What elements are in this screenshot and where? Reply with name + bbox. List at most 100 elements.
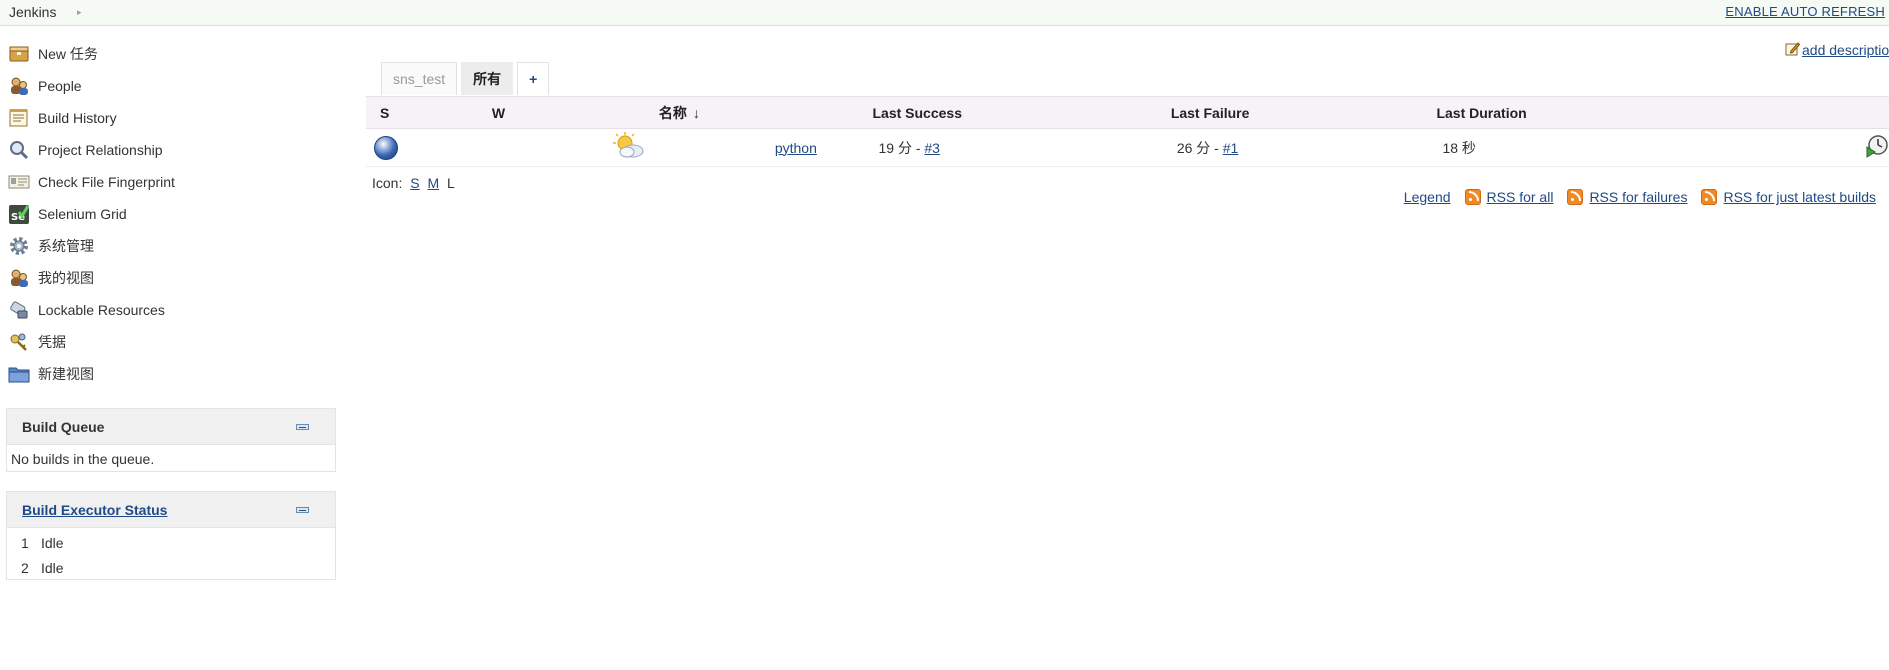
header-last-success[interactable]: Last Success	[858, 96, 1157, 129]
sidebar-item-label: Check File Fingerprint	[38, 174, 175, 190]
sidebar-item-label: 凭据	[38, 334, 66, 350]
sidebar-item-project-relationship[interactable]: Project Relationship	[8, 134, 328, 166]
icon-size-selector: Icon: S M L	[372, 175, 455, 191]
notepad-icon	[8, 107, 30, 129]
new-item-icon	[8, 43, 30, 65]
header-name-label: 名称	[658, 104, 687, 121]
sidebar-item-people[interactable]: People	[8, 70, 328, 102]
breadcrumb-jenkins[interactable]: Jenkins	[9, 4, 56, 20]
sidebar-tasks: New 任务 People Build History Project Rela…	[8, 38, 328, 390]
sidebar-item-new-view[interactable]: 新建视图	[8, 358, 328, 390]
tab-sns-test[interactable]: sns_test	[381, 62, 458, 95]
build-queue-title: Build Queue	[22, 419, 105, 435]
executor-status-pane: Build Executor Status 1 Idle 2 Idle	[6, 491, 336, 580]
sidebar-item-label: Build History	[38, 110, 117, 126]
rss-feed-icon	[1567, 189, 1584, 205]
last-duration-cell: 18 秒	[1422, 128, 1727, 167]
sidebar-item-lockable-resources[interactable]: Lockable Resources	[8, 294, 328, 326]
sidebar-item-selenium-grid[interactable]: Se Selenium Grid	[8, 198, 328, 230]
people-icon	[8, 75, 30, 97]
add-description-link[interactable]: add description	[1802, 42, 1889, 58]
rss-latest[interactable]: RSS for just latest builds	[1701, 189, 1876, 205]
executor-status: Idle	[41, 559, 64, 576]
build-queue-pane: Build Queue No builds in the queue.	[6, 408, 336, 472]
executor-status-title[interactable]: Build Executor Status	[22, 502, 167, 518]
rss-failures[interactable]: RSS for failures	[1567, 189, 1687, 205]
header-last-failure[interactable]: Last Failure	[1156, 96, 1423, 129]
icon-size-s[interactable]: S	[410, 175, 419, 191]
sidebar-item-label: Project Relationship	[38, 142, 163, 158]
sidebar-item-label: 系统管理	[38, 238, 94, 254]
sidebar-item-my-views[interactable]: 我的视图	[8, 262, 328, 294]
search-icon	[8, 139, 30, 161]
sidebar-item-label: New 任务	[38, 46, 98, 62]
executor-number: 2	[21, 559, 29, 576]
last-success-time: 19 分 -	[878, 139, 925, 156]
selenium-icon: Se	[8, 203, 30, 225]
build-queue-empty: No builds in the queue.	[11, 451, 155, 467]
header-status[interactable]: S	[366, 96, 478, 129]
schedule-build-icon[interactable]	[1865, 135, 1889, 161]
rss-failures-link[interactable]: RSS for failures	[1589, 189, 1687, 205]
gear-icon	[8, 235, 30, 257]
header-name[interactable]: 名称 ↓	[644, 96, 859, 129]
enable-auto-refresh-link[interactable]: ENABLE AUTO REFRESH	[1725, 4, 1885, 19]
folder-icon	[8, 363, 30, 385]
sidebar-item-label: Selenium Grid	[38, 206, 127, 222]
jobs-table: S W 名称 ↓ Last Success Last Failure Last D…	[366, 96, 1889, 167]
last-failure-build-link[interactable]: #1	[1223, 140, 1239, 156]
legend-link[interactable]: Legend	[1404, 189, 1451, 205]
fingerprint-icon	[8, 171, 30, 193]
executor-row: 1 Idle	[7, 530, 335, 555]
sidebar-item-label: Lockable Resources	[38, 302, 165, 318]
lock-icon	[8, 299, 30, 321]
status-cell	[366, 128, 478, 167]
icon-size-l: L	[447, 175, 455, 191]
tab-all[interactable]: 所有	[461, 62, 514, 95]
table-row: python 19 分 - #3 26 分 - #1 18 秒	[366, 128, 1889, 167]
sidebar-item-check-file-fingerprint[interactable]: Check File Fingerprint	[8, 166, 328, 198]
key-icon	[8, 331, 30, 353]
rss-all[interactable]: RSS for all	[1464, 189, 1554, 205]
sidebar-item-credentials[interactable]: 凭据	[8, 326, 328, 358]
blue-ball-icon[interactable]	[374, 135, 398, 160]
weather-partly-cloudy-icon[interactable]	[612, 132, 645, 163]
sidebar-item-label: People	[38, 78, 82, 94]
rss-feed-icon	[1464, 189, 1481, 205]
breadcrumb-bar: Jenkins ▸ ENABLE AUTO REFRESH	[0, 0, 1889, 26]
rss-latest-link[interactable]: RSS for just latest builds	[1723, 189, 1876, 205]
executor-status: Idle	[41, 534, 64, 551]
rss-all-link[interactable]: RSS for all	[1487, 189, 1554, 205]
executor-row: 2 Idle	[7, 555, 335, 580]
header-last-duration[interactable]: Last Duration	[1422, 96, 1727, 129]
user-icon	[8, 267, 30, 289]
sidebar-item-label: 新建视图	[38, 366, 94, 382]
sidebar-item-manage-jenkins[interactable]: 系统管理	[8, 230, 328, 262]
header-actions	[1727, 96, 1889, 129]
breadcrumb-chevron-icon[interactable]: ▸	[77, 7, 82, 18]
name-cell: python	[644, 128, 859, 167]
rss-feed-icon	[1701, 189, 1718, 205]
sidebar-item-build-history[interactable]: Build History	[8, 102, 328, 134]
sort-arrow-icon: ↓	[692, 104, 700, 121]
last-success-build-link[interactable]: #3	[924, 140, 940, 156]
job-link-python[interactable]: python	[775, 140, 817, 156]
icon-size-label: Icon:	[372, 175, 403, 191]
rss-bar: Legend RSS for all RSS for failures RSS …	[1398, 189, 1876, 205]
sidebar-item-new-item[interactable]: New 任务	[8, 38, 328, 70]
weather-cell	[477, 128, 645, 167]
last-failure-cell: 26 分 - #1	[1156, 128, 1423, 167]
build-queue-header: Build Queue	[7, 409, 335, 445]
executor-status-header: Build Executor Status	[7, 492, 335, 528]
last-failure-time: 26 分 -	[1176, 139, 1223, 156]
collapse-icon[interactable]	[296, 507, 309, 513]
add-description[interactable]: add description	[1785, 41, 1889, 59]
view-tabs: sns_test 所有 +	[381, 62, 553, 96]
last-success-cell: 19 分 - #3	[858, 128, 1157, 167]
executor-number: 1	[21, 534, 29, 551]
header-weather[interactable]: W	[477, 96, 645, 129]
collapse-icon[interactable]	[296, 424, 309, 430]
add-view-tab[interactable]: +	[517, 62, 550, 95]
actions-cell	[1727, 128, 1889, 167]
icon-size-m[interactable]: M	[427, 175, 439, 191]
